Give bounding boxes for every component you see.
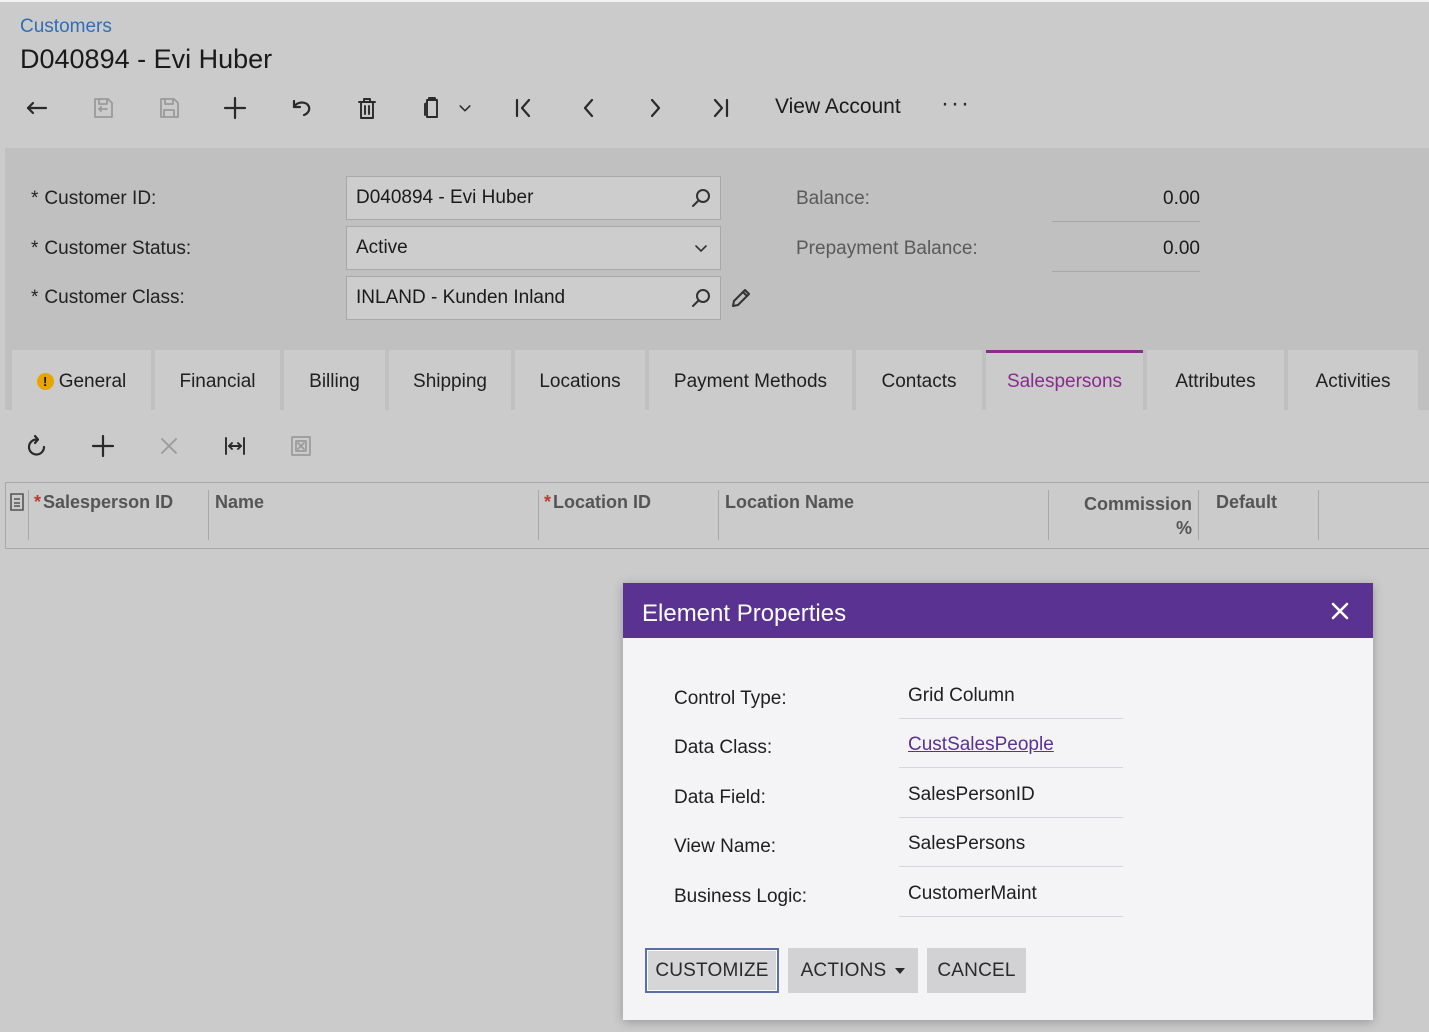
next-icon[interactable] <box>637 90 673 126</box>
data-field-value: SalesPersonID <box>899 772 1123 818</box>
cancel-button[interactable]: CANCEL <box>927 948 1026 993</box>
close-icon[interactable] <box>1326 597 1354 625</box>
balance-label: Balance: <box>796 188 870 209</box>
element-properties-dialog: Element Properties Control Type: Grid Co… <box>623 583 1373 1020</box>
customer-status-label: * Customer Status: <box>31 238 192 259</box>
refresh-icon[interactable] <box>19 428 55 464</box>
pencil-icon[interactable] <box>729 286 753 310</box>
first-icon[interactable] <box>505 90 541 126</box>
actions-button[interactable]: ACTIONS <box>788 948 918 993</box>
chevron-down-icon[interactable] <box>452 93 478 123</box>
save-close-icon[interactable] <box>85 90 121 126</box>
excel-export-icon[interactable] <box>283 428 319 464</box>
chevron-down-icon[interactable] <box>690 237 712 259</box>
view-name-label: View Name: <box>674 836 777 857</box>
control-type-label: Control Type: <box>674 688 787 709</box>
dialog-title: Element Properties <box>642 600 847 627</box>
column-separator <box>1198 490 1199 540</box>
prepayment-balance-label: Prepayment Balance: <box>796 238 978 259</box>
customer-class-field[interactable]: INLAND - Kunden Inland <box>346 276 721 320</box>
breadcrumb[interactable]: Customers <box>20 16 112 38</box>
last-icon[interactable] <box>703 90 739 126</box>
tab-salespersons[interactable]: Salespersons <box>986 350 1143 410</box>
close-icon[interactable] <box>151 428 187 464</box>
data-class-value: CustSalesPeople <box>899 722 1123 768</box>
save-icon[interactable] <box>151 90 187 126</box>
customer-class-label: * Customer Class: <box>31 287 185 308</box>
balance-value: 0.00 <box>1052 178 1200 222</box>
tab-financial[interactable]: Financial <box>155 350 280 410</box>
add-icon[interactable] <box>217 90 253 126</box>
column-separator <box>28 490 29 540</box>
tab-payment-methods[interactable]: Payment Methods <box>649 350 852 410</box>
column-default[interactable]: Default <box>1216 492 1277 540</box>
column-salesperson-id[interactable]: * Salesperson ID <box>34 492 173 540</box>
caret-down-icon <box>895 967 906 974</box>
customer-id-field[interactable]: D040894 - Evi Huber <box>346 176 721 220</box>
business-logic-value: CustomerMaint <box>899 871 1123 917</box>
prepayment-balance-value: 0.00 <box>1052 228 1200 272</box>
delete-icon[interactable] <box>349 90 385 126</box>
tab-locations[interactable]: Locations <box>515 350 645 410</box>
data-field-label: Data Field: <box>674 787 766 808</box>
page-title: D040894 - Evi Huber <box>20 44 273 74</box>
column-separator <box>1318 490 1319 540</box>
column-commission[interactable]: Commission % <box>1080 492 1192 540</box>
column-separator <box>208 490 209 540</box>
business-logic-label: Business Logic: <box>674 886 808 907</box>
search-icon[interactable] <box>690 287 712 309</box>
clipboard-icon[interactable] <box>414 90 450 126</box>
customer-id-label: * Customer ID: <box>31 188 157 209</box>
customer-status-select[interactable]: Active <box>346 226 721 270</box>
column-separator <box>1048 490 1049 540</box>
tab-activities[interactable]: Activities <box>1288 350 1418 410</box>
prev-icon[interactable] <box>571 90 607 126</box>
column-separator <box>538 490 539 540</box>
tab-contacts[interactable]: Contacts <box>856 350 982 410</box>
customize-button[interactable]: CUSTOMIZE <box>645 948 779 993</box>
view-name-value: SalesPersons <box>899 821 1123 867</box>
more-actions-button[interactable]: ··· <box>938 90 974 126</box>
view-account-button[interactable]: View Account <box>775 95 901 119</box>
back-icon[interactable] <box>19 90 55 126</box>
column-name[interactable]: Name <box>215 492 264 540</box>
warning-icon: ! <box>36 373 54 390</box>
tab-general[interactable]: ! General <box>12 350 151 410</box>
column-separator <box>718 490 719 540</box>
column-location-id[interactable]: * Location ID <box>544 492 651 540</box>
tab-attributes[interactable]: Attributes <box>1147 350 1284 410</box>
add-row-icon[interactable] <box>85 428 121 464</box>
data-class-label: Data Class: <box>674 737 773 758</box>
tab-shipping[interactable]: Shipping <box>389 350 511 410</box>
data-class-link[interactable]: CustSalesPeople <box>908 734 1054 755</box>
tab-billing[interactable]: Billing <box>284 350 385 410</box>
search-icon[interactable] <box>690 187 712 209</box>
fit-columns-icon[interactable] <box>217 428 253 464</box>
control-type-value: Grid Column <box>899 673 1123 719</box>
column-location-name[interactable]: Location Name <box>725 492 854 540</box>
window-top-edge <box>0 0 1429 2</box>
undo-icon[interactable] <box>283 90 319 126</box>
row-selector-icon[interactable] <box>9 492 25 512</box>
